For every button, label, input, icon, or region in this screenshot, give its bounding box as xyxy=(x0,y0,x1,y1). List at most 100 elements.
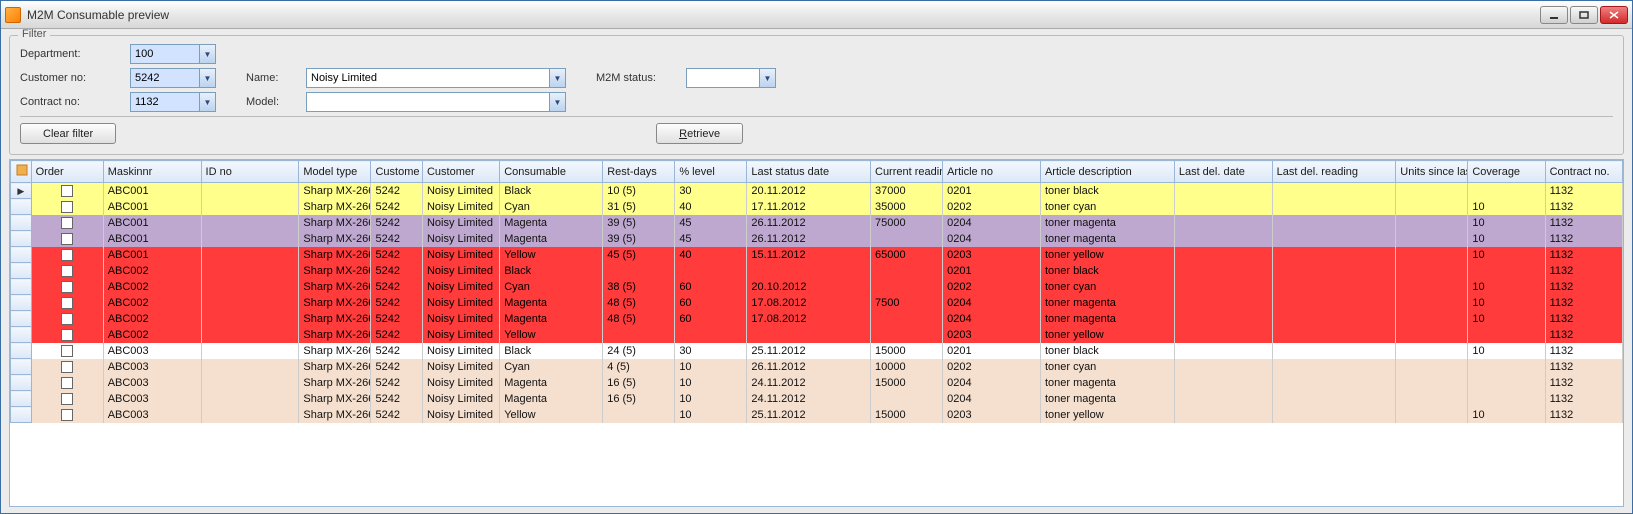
order-checkbox[interactable] xyxy=(61,185,73,197)
cell-rest: 39 (5) xyxy=(603,231,675,247)
column-header[interactable] xyxy=(11,161,32,183)
cell-id xyxy=(201,359,299,375)
cell-con: 1132 xyxy=(1545,407,1622,423)
column-header[interactable]: Consumable xyxy=(500,161,603,183)
order-checkbox[interactable] xyxy=(61,313,73,325)
cell-custno: 5242 xyxy=(371,295,423,311)
table-row[interactable]: ▶ABC001Sharp MX-2665242Noisy LimitedBlac… xyxy=(11,183,1623,199)
row-selector[interactable] xyxy=(11,231,32,247)
department-combo[interactable]: 100 ▼ xyxy=(130,44,216,64)
cell-cons: Cyan xyxy=(500,199,603,215)
column-header[interactable]: Maskinnr xyxy=(103,161,201,183)
table-row[interactable]: ABC002Sharp MX-2665242Noisy LimitedCyan3… xyxy=(11,279,1623,295)
row-selector[interactable] xyxy=(11,327,32,343)
order-checkbox[interactable] xyxy=(61,393,73,405)
column-header[interactable]: Last del. date xyxy=(1174,161,1272,183)
customer-no-combo[interactable]: 5242 ▼ xyxy=(130,68,216,88)
cell-ldr xyxy=(1272,215,1396,231)
clear-filter-button[interactable]: Clear filter xyxy=(20,123,116,144)
table-row[interactable]: ABC001Sharp MX-2665242Noisy LimitedCyan3… xyxy=(11,199,1623,215)
row-selector[interactable] xyxy=(11,343,32,359)
table-row[interactable]: ABC002Sharp MX-2665242Noisy LimitedBlack… xyxy=(11,263,1623,279)
titlebar[interactable]: M2M Consumable preview xyxy=(1,1,1632,29)
order-cell xyxy=(31,343,103,359)
table-row[interactable]: ABC003Sharp MX-2665242Noisy LimitedMagen… xyxy=(11,391,1623,407)
order-checkbox[interactable] xyxy=(61,233,73,245)
table-row[interactable]: ABC002Sharp MX-2665242Noisy LimitedMagen… xyxy=(11,295,1623,311)
column-header[interactable]: Article description xyxy=(1040,161,1174,183)
column-header[interactable]: Model type xyxy=(299,161,371,183)
cell-usl xyxy=(1396,199,1468,215)
table-row[interactable]: ABC003Sharp MX-2665242Noisy LimitedYello… xyxy=(11,407,1623,423)
app-window: M2M Consumable preview Filter Department… xyxy=(0,0,1633,514)
column-header[interactable]: Last del. reading xyxy=(1272,161,1396,183)
name-combo[interactable]: Noisy Limited ▼ xyxy=(306,68,566,88)
row-selector[interactable] xyxy=(11,407,32,423)
retrieve-button[interactable]: Retrieve xyxy=(656,123,743,144)
model-combo[interactable]: ▼ xyxy=(306,92,566,112)
column-header[interactable]: Last status date xyxy=(747,161,871,183)
order-checkbox[interactable] xyxy=(61,265,73,277)
column-header[interactable]: Rest-days xyxy=(603,161,675,183)
order-checkbox[interactable] xyxy=(61,297,73,309)
cell-ldr xyxy=(1272,359,1396,375)
order-checkbox[interactable] xyxy=(61,361,73,373)
column-header[interactable]: Customer xyxy=(422,161,499,183)
cell-usl xyxy=(1396,263,1468,279)
minimize-button[interactable] xyxy=(1540,6,1568,24)
clear-filter-label: Clear filter xyxy=(43,128,93,140)
m2m-status-combo[interactable]: ▼ xyxy=(686,68,776,88)
table-row[interactable]: ABC003Sharp MX-2665242Noisy LimitedMagen… xyxy=(11,375,1623,391)
order-checkbox[interactable] xyxy=(61,249,73,261)
column-header[interactable]: Custome xyxy=(371,161,423,183)
column-header[interactable]: Contract no. xyxy=(1545,161,1622,183)
row-selector[interactable] xyxy=(11,359,32,375)
table-row[interactable]: ABC003Sharp MX-2665242Noisy LimitedBlack… xyxy=(11,343,1623,359)
order-checkbox[interactable] xyxy=(61,409,73,421)
cell-curr xyxy=(871,279,943,295)
table-row[interactable]: ABC003Sharp MX-2665242Noisy LimitedCyan4… xyxy=(11,359,1623,375)
cell-lvl: 10 xyxy=(675,375,747,391)
order-checkbox[interactable] xyxy=(61,345,73,357)
column-header[interactable]: Order xyxy=(31,161,103,183)
cell-cons: Black xyxy=(500,343,603,359)
cell-cust: Noisy Limited xyxy=(422,183,499,199)
table-row[interactable]: ABC001Sharp MX-2665242Noisy LimitedMagen… xyxy=(11,215,1623,231)
row-selector[interactable] xyxy=(11,311,32,327)
order-checkbox[interactable] xyxy=(61,217,73,229)
column-header[interactable]: Coverage xyxy=(1468,161,1545,183)
table-row[interactable]: ABC001Sharp MX-2665242Noisy LimitedMagen… xyxy=(11,231,1623,247)
contract-no-combo[interactable]: 1132 ▼ xyxy=(130,92,216,112)
order-checkbox[interactable] xyxy=(61,329,73,341)
column-header[interactable]: Units since last xyxy=(1396,161,1468,183)
cell-usl xyxy=(1396,215,1468,231)
cell-custno: 5242 xyxy=(371,183,423,199)
cell-maskinnr: ABC003 xyxy=(103,407,201,423)
name-label: Name: xyxy=(246,72,306,84)
table-row[interactable]: ABC002Sharp MX-2665242Noisy LimitedMagen… xyxy=(11,311,1623,327)
row-selector[interactable] xyxy=(11,263,32,279)
order-checkbox[interactable] xyxy=(61,281,73,293)
row-selector[interactable] xyxy=(11,247,32,263)
row-selector[interactable] xyxy=(11,391,32,407)
column-header[interactable]: % level xyxy=(675,161,747,183)
row-selector[interactable] xyxy=(11,295,32,311)
column-header[interactable]: Current reading xyxy=(871,161,943,183)
row-selector[interactable] xyxy=(11,215,32,231)
column-header[interactable]: ID no xyxy=(201,161,299,183)
window-title: M2M Consumable preview xyxy=(27,8,1540,22)
row-selector[interactable]: ▶ xyxy=(11,183,32,199)
row-selector[interactable] xyxy=(11,199,32,215)
cell-cust: Noisy Limited xyxy=(422,311,499,327)
data-grid[interactable]: OrderMaskinnrID noModel typeCustomeCusto… xyxy=(9,159,1624,507)
cell-usl xyxy=(1396,183,1468,199)
table-row[interactable]: ABC002Sharp MX-2665242Noisy LimitedYello… xyxy=(11,327,1623,343)
close-button[interactable] xyxy=(1600,6,1628,24)
table-row[interactable]: ABC001Sharp MX-2665242Noisy LimitedYello… xyxy=(11,247,1623,263)
row-selector[interactable] xyxy=(11,279,32,295)
column-header[interactable]: Article no xyxy=(943,161,1041,183)
order-checkbox[interactable] xyxy=(61,201,73,213)
maximize-button[interactable] xyxy=(1570,6,1598,24)
order-checkbox[interactable] xyxy=(61,377,73,389)
row-selector[interactable] xyxy=(11,375,32,391)
